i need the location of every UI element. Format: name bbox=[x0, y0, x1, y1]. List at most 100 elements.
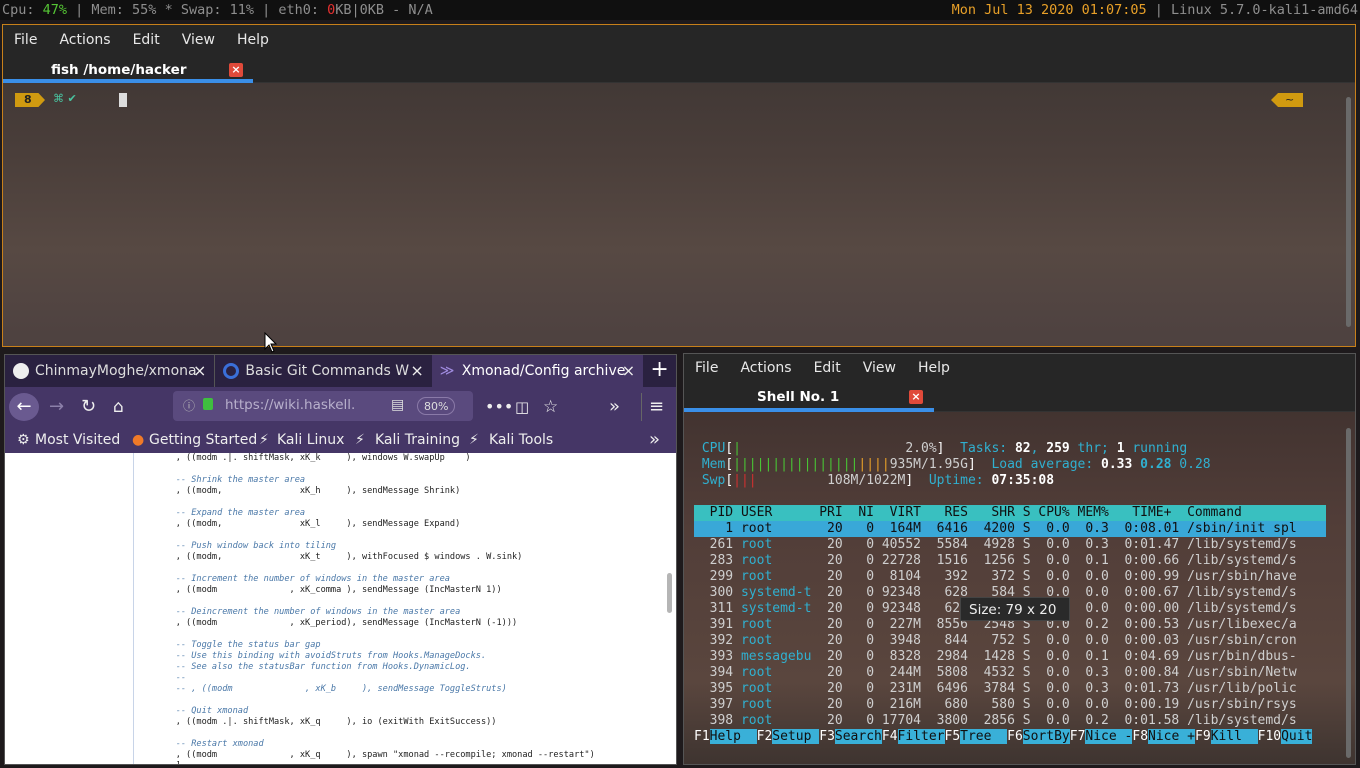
bookmarks-overflow-icon[interactable]: » bbox=[649, 427, 660, 453]
terminal-scrollbar[interactable] bbox=[1346, 97, 1351, 327]
reload-button[interactable]: ↻ bbox=[81, 393, 96, 421]
process-row[interactable]: 283 root 20 0 22728 1516 1256 S 0.0 0.1 … bbox=[694, 553, 1326, 569]
bookmark-kali-training[interactable]: Kali Training bbox=[375, 427, 460, 453]
menu-view[interactable]: View bbox=[852, 360, 907, 376]
code-line: , ((modm .|. shiftMask, xK_k ), windows … bbox=[155, 453, 471, 463]
menu-actions[interactable]: Actions bbox=[729, 360, 802, 376]
tab-git-commands[interactable]: Basic Git Commands W × bbox=[214, 355, 431, 387]
fkey-label[interactable]: Nice - bbox=[1085, 729, 1133, 744]
bookmark-star-icon[interactable]: ☆ bbox=[543, 393, 558, 421]
menu-edit[interactable]: Edit bbox=[803, 360, 852, 376]
menu-file[interactable]: File bbox=[684, 360, 729, 376]
page-content[interactable]: , ((modm .|. shiftMask, xK_k ), windows … bbox=[5, 453, 676, 764]
new-tab-button[interactable]: + bbox=[643, 355, 676, 387]
swap-meter-label: Swp bbox=[701, 473, 726, 488]
process-stats: 20 0 8328 2984 1428 S 0.0 0.1 0:04.69 /u… bbox=[819, 649, 1297, 664]
htop-text: ] bbox=[967, 457, 976, 472]
process-stats: 20 0 3948 844 752 S 0.0 0.0 0:00.03 /usr… bbox=[819, 633, 1297, 648]
overflow-chevron-icon[interactable]: » bbox=[609, 393, 620, 421]
close-tab-icon[interactable]: × bbox=[909, 390, 923, 404]
tab-fish[interactable]: fish /home/hacker bbox=[3, 55, 253, 83]
process-row[interactable]: 392 root 20 0 3948 844 752 S 0.0 0.0 0:0… bbox=[694, 633, 1326, 649]
code-line: , ((modm , xK_period), sendMessage (IncM… bbox=[155, 618, 518, 628]
more-actions-icon[interactable]: ••• bbox=[485, 393, 513, 421]
terminal-window-fish[interactable]: File Actions Edit View Help fish /home/h… bbox=[2, 24, 1356, 347]
menu-actions[interactable]: Actions bbox=[48, 32, 121, 48]
page-scrollbar[interactable] bbox=[667, 573, 672, 613]
fkey-label[interactable]: Kill bbox=[1210, 729, 1258, 744]
process-row[interactable]: 1 root 20 0 164M 6416 4200 S 0.0 0.3 0:0… bbox=[694, 521, 1326, 537]
code-line: -- Deincrement the number of windows in … bbox=[155, 607, 461, 617]
menu-file[interactable]: File bbox=[3, 32, 48, 48]
menu-help[interactable]: Help bbox=[907, 360, 961, 376]
hamburger-menu-icon[interactable]: ≡ bbox=[641, 393, 671, 421]
code-line: , ((modm , xK_comma ), sendMessage (IncM… bbox=[155, 585, 502, 595]
process-row[interactable]: 398 root 20 0 17704 3800 2856 S 0.0 0.2 … bbox=[694, 713, 1326, 729]
terminal-content[interactable]: 8 ⌘ ✔ ~ bbox=[3, 83, 1355, 346]
process-row[interactable]: 299 root 20 0 8104 392 372 S 0.0 0.0 0:0… bbox=[694, 569, 1326, 585]
htop-text: [ bbox=[725, 457, 734, 472]
fkey-label[interactable]: SortBy bbox=[1022, 729, 1070, 744]
fkey-number: F8 bbox=[1132, 729, 1149, 744]
tab-github[interactable]: ChinmayMoghe/xmona × bbox=[5, 355, 214, 387]
reader-view-icon[interactable]: ▤ bbox=[391, 397, 404, 413]
close-tab-icon[interactable]: × bbox=[410, 355, 423, 387]
cpu-meter-bar: | bbox=[733, 441, 741, 456]
user: root bbox=[733, 553, 820, 568]
bookmark-most-visited[interactable]: Most Visited bbox=[35, 427, 120, 453]
menu-view[interactable]: View bbox=[171, 32, 226, 48]
tab-active-indicator bbox=[684, 408, 934, 412]
cpu-meter-label: CPU bbox=[701, 441, 726, 456]
home-button[interactable]: ⌂ bbox=[113, 393, 124, 421]
fkey-label[interactable]: Nice + bbox=[1148, 729, 1195, 744]
bookmark-kali-tools[interactable]: Kali Tools bbox=[489, 427, 553, 453]
close-tab-icon[interactable]: × bbox=[229, 63, 243, 77]
user: systemd-t bbox=[733, 585, 820, 600]
code-line: , ((modm , xK_q ), spawn "xmonad --recom… bbox=[155, 750, 595, 760]
fkey-label[interactable]: Quit bbox=[1281, 729, 1313, 744]
htop-text bbox=[694, 457, 702, 472]
code-line: ] bbox=[155, 761, 655, 764]
terminal-scrollbar[interactable] bbox=[1346, 428, 1351, 758]
forward-button[interactable]: → bbox=[49, 393, 64, 421]
code-line: -- Use this binding with avoidStruts fro… bbox=[155, 651, 487, 661]
fkey-label[interactable]: Help bbox=[709, 729, 757, 744]
code-line: -- Expand the master area bbox=[155, 508, 306, 518]
pid: 300 bbox=[694, 585, 734, 600]
code-line: -- Push window back into tiling bbox=[155, 541, 337, 551]
process-stats: 20 0 40552 5584 4928 S 0.0 0.3 0:01.47 /… bbox=[819, 537, 1297, 552]
bookmark-kali-linux[interactable]: Kali Linux bbox=[277, 427, 344, 453]
fkey-label[interactable]: Filter bbox=[897, 729, 945, 744]
mem-meter-value: 935M/1.95G bbox=[889, 457, 968, 472]
url-bar[interactable]: ⓘ https://wiki.haskell. ▤ 80% bbox=[173, 391, 473, 421]
user: root bbox=[733, 633, 820, 648]
fkey-label[interactable]: Tree bbox=[960, 729, 1008, 744]
process-row[interactable]: 393 messagebu 20 0 8328 2984 1428 S 0.0 … bbox=[694, 649, 1326, 665]
close-tab-icon[interactable]: × bbox=[622, 355, 635, 387]
process-row[interactable]: 261 root 20 0 40552 5584 4928 S 0.0 0.3 … bbox=[694, 537, 1326, 553]
zoom-indicator[interactable]: 80% bbox=[417, 397, 456, 415]
close-tab-icon[interactable]: × bbox=[193, 355, 206, 387]
fkey-label[interactable]: Search bbox=[834, 729, 882, 744]
pocket-icon[interactable]: ◫ bbox=[515, 393, 529, 421]
tab-xmonad-config[interactable]: ≫ Xmonad/Config archive × bbox=[431, 355, 644, 387]
pid: 395 bbox=[694, 681, 734, 696]
process-row[interactable]: 395 root 20 0 231M 6496 3784 S 0.0 0.3 0… bbox=[694, 681, 1326, 697]
tab-shell-1[interactable]: Shell No. 1 bbox=[684, 382, 934, 412]
terminal-window-htop[interactable]: File Actions Edit View Help Shell No. 1 … bbox=[683, 353, 1356, 765]
menu-help[interactable]: Help bbox=[226, 32, 280, 48]
process-row[interactable]: 397 root 20 0 216M 680 580 S 0.0 0.0 0:0… bbox=[694, 697, 1326, 713]
running-count: 1 bbox=[1116, 441, 1125, 456]
firefox-window[interactable]: ChinmayMoghe/xmona × Basic Git Commands … bbox=[4, 354, 677, 765]
fkey-label[interactable]: Setup bbox=[772, 729, 820, 744]
bookmark-getting-started[interactable]: Getting Started bbox=[149, 427, 257, 453]
menu-edit[interactable]: Edit bbox=[122, 32, 171, 48]
htop-view[interactable]: CPU[| 2.0%] Tasks: 82, 259 thr; 1 runnin… bbox=[694, 441, 1326, 745]
gear-icon: ⚙ bbox=[17, 432, 30, 448]
back-button[interactable]: ← bbox=[9, 393, 39, 421]
process-row[interactable]: 394 root 20 0 244M 5808 4532 S 0.0 0.3 0… bbox=[694, 665, 1326, 681]
fkey-number: F2 bbox=[756, 729, 773, 744]
